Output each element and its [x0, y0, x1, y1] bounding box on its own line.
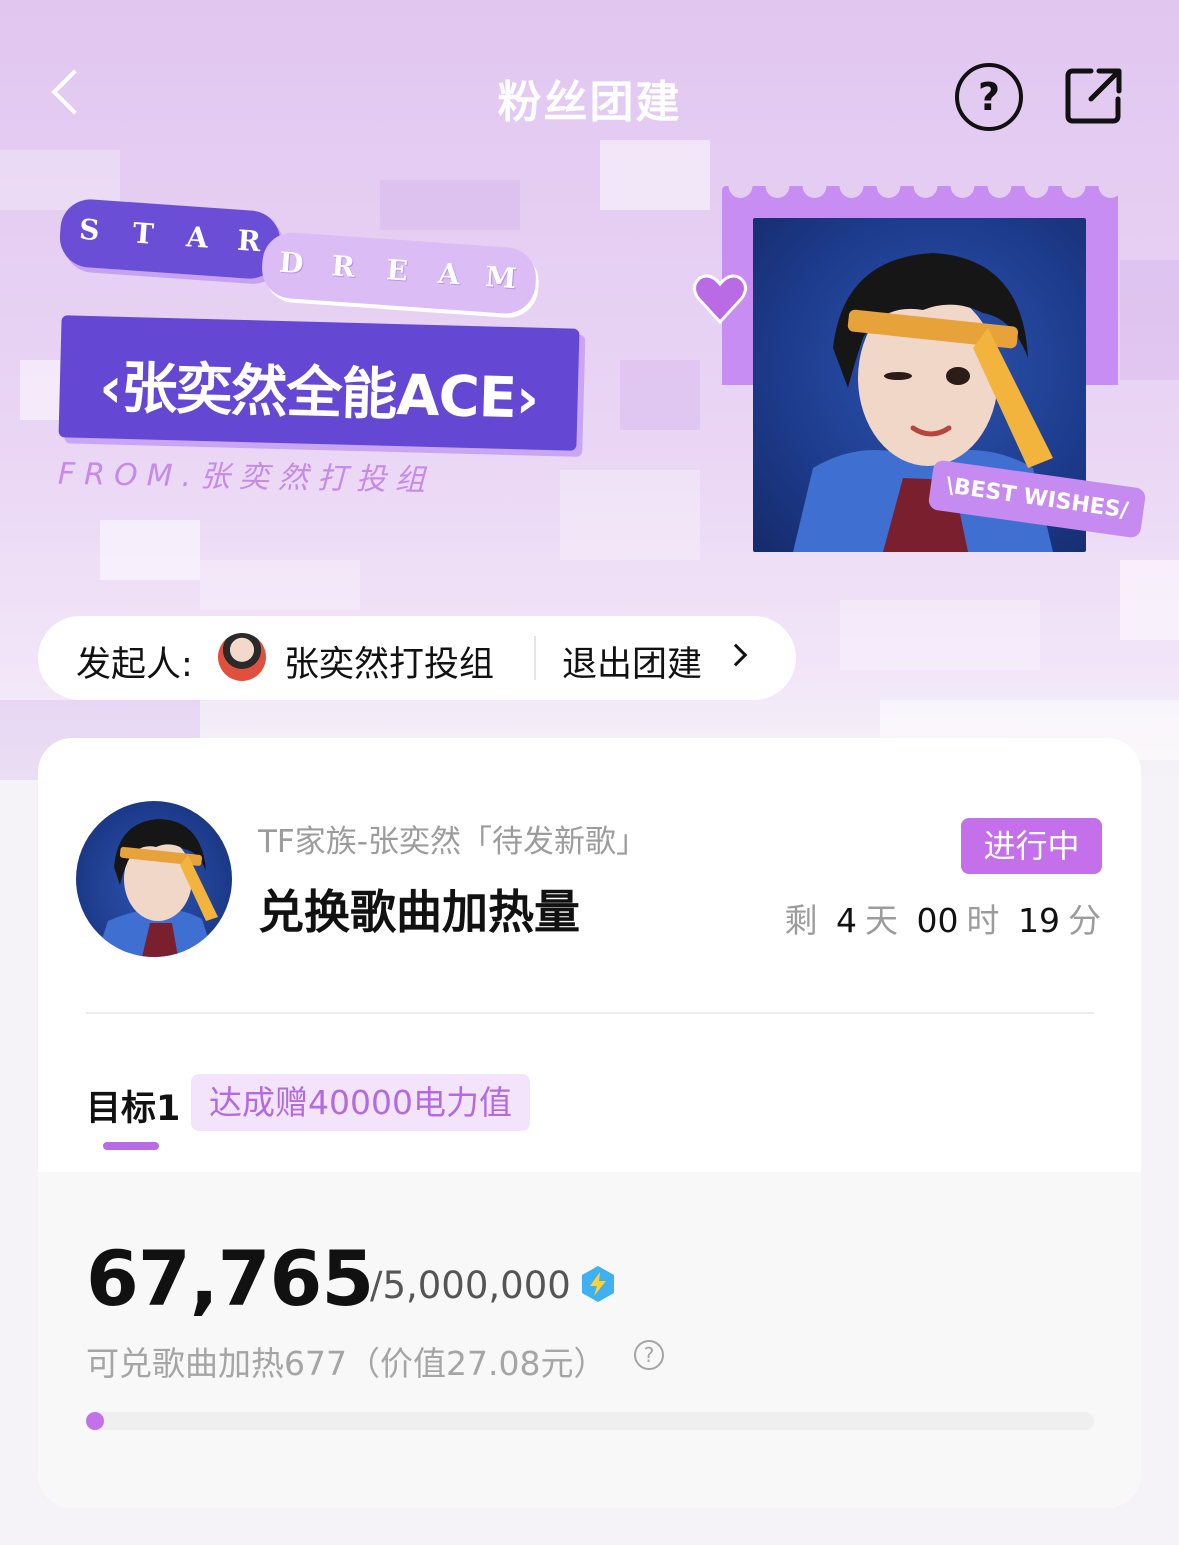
share-external-icon: [1065, 68, 1122, 124]
share-button[interactable]: [1063, 65, 1125, 127]
countdown-minute-unit: 分: [1068, 901, 1101, 940]
countdown-prefix: 剩: [784, 901, 818, 940]
dream-letter: A: [437, 256, 462, 292]
star-letter: A: [185, 220, 210, 255]
initiator-label: 发起人:: [76, 645, 193, 685]
target-value: /5,000,000: [370, 1264, 571, 1307]
star-letter: T: [131, 216, 155, 251]
dream-letter: M: [484, 260, 518, 296]
initiator-name[interactable]: 张奕然打投组: [284, 636, 494, 687]
help-button[interactable]: ?: [955, 63, 1023, 131]
countdown-minutes: 19: [1018, 901, 1060, 940]
pixel-deco: [100, 520, 200, 580]
countdown: 剩 4天 00 时 19 分: [785, 894, 1102, 942]
pixel-deco: [840, 600, 1040, 670]
pixel-deco: [600, 140, 710, 210]
pixel-deco: [620, 360, 700, 430]
tab-goal-1[interactable]: 目标1: [86, 1080, 180, 1131]
progress-fill: [86, 1412, 104, 1430]
countdown-hours: 00: [916, 901, 959, 940]
exit-team-button[interactable]: 退出团建: [562, 636, 702, 687]
countdown-hour-unit: 时: [966, 901, 1000, 940]
pixel-deco: [380, 180, 520, 230]
divider: [86, 1012, 1094, 1014]
dream-letter: E: [385, 253, 409, 288]
current-value: 67,765: [86, 1234, 374, 1323]
task-title: 兑换歌曲加热量: [258, 885, 580, 939]
chevron-right-icon[interactable]: [724, 643, 748, 667]
progress-track: [86, 1412, 1094, 1430]
countdown-day-unit: 天: [865, 901, 898, 940]
divider: [534, 636, 536, 680]
pixel-deco: [560, 470, 700, 560]
event-title: ‹张奕然全能ACE›: [98, 355, 539, 432]
task-card: TF家族-张奕然「待发新歌」 兑换歌曲加热量 进行中 剩 4天 00 时 19 分 …: [38, 738, 1141, 1508]
pixel-deco: [20, 360, 60, 420]
pixel-deco: [1120, 260, 1179, 380]
countdown-days: 4: [836, 901, 857, 940]
star-letter: S: [78, 212, 101, 248]
question-circle-icon[interactable]: ?: [634, 1340, 664, 1370]
dream-letter: R: [330, 249, 357, 284]
redeem-text: 可兑歌曲加热677（价值27.08元）: [86, 1344, 607, 1383]
task-avatar: [76, 801, 232, 957]
pixel-deco: [1120, 560, 1179, 640]
progress-panel: 67,765 /5,000,000 可兑歌曲加热677（价值27.08元） ?: [38, 1172, 1141, 1508]
heart-icon: [693, 274, 747, 325]
event-title-banner: ‹张奕然全能ACE›: [58, 315, 580, 451]
task-subtitle: TF家族-张奕然「待发新歌」: [258, 824, 647, 860]
question-circle-icon: ?: [977, 75, 1001, 119]
tab-active-indicator: [103, 1142, 159, 1150]
dream-letter: D: [278, 245, 305, 281]
initiator-bar: 发起人: 张奕然打投组 退出团建: [38, 616, 796, 700]
goal-reward-tag: 达成赠40000电力值: [191, 1074, 530, 1131]
initiator-avatar[interactable]: [218, 633, 266, 681]
status-badge: 进行中: [961, 818, 1102, 874]
pixel-deco: [200, 560, 360, 610]
lightning-badge-icon: [582, 1266, 614, 1302]
from-signature: FROM.张奕然打投组: [57, 456, 435, 499]
